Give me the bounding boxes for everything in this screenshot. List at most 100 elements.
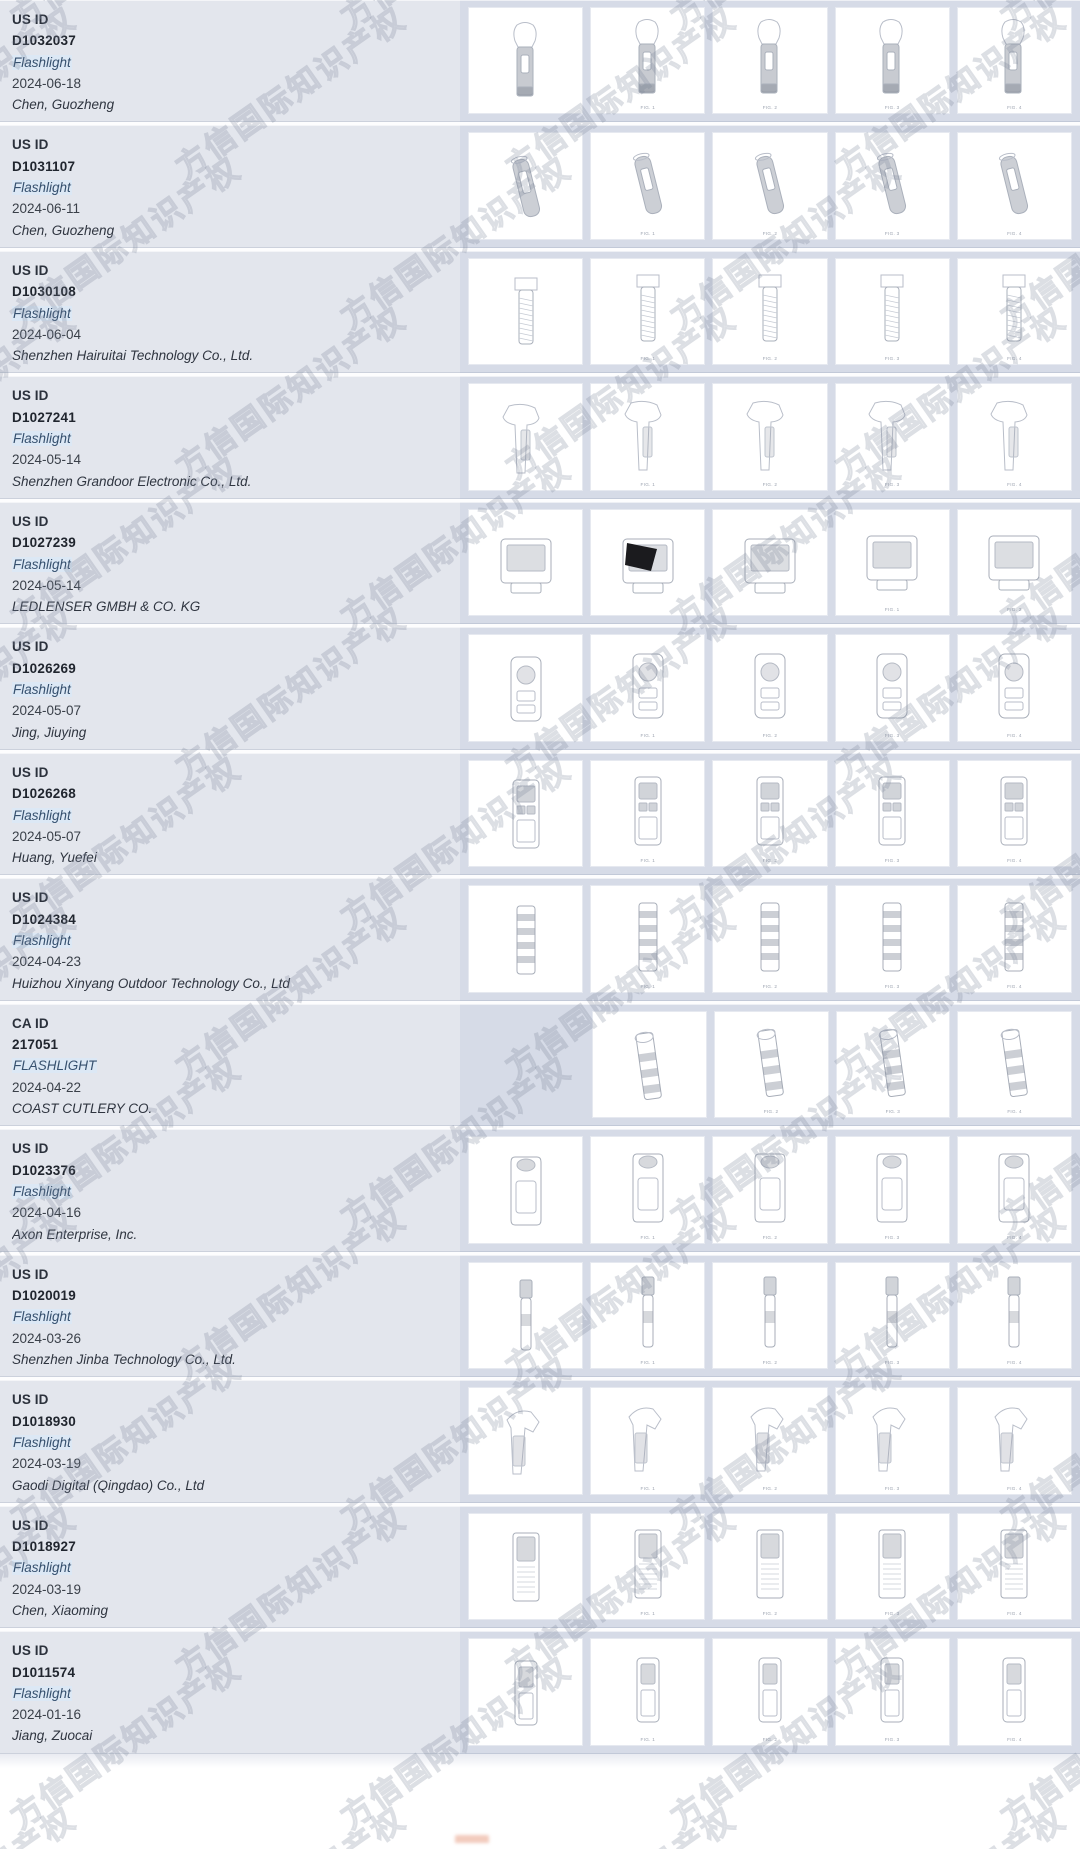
document-number[interactable]: D1018930: [12, 1411, 460, 1432]
figure-thumbnail[interactable]: FIG. 3: [834, 7, 950, 115]
table-row[interactable]: US ID D1031107 Flashlight 2024-06-11 Chen, G…: [0, 125, 1080, 248]
table-row[interactable]: US ID D1020019 Flashlight 2024-03-26 Shenzhe…: [0, 1254, 1080, 1378]
document-number[interactable]: D1030108: [12, 281, 460, 302]
document-number[interactable]: D1023376: [12, 1160, 460, 1181]
figure-thumbnail[interactable]: FIG. 4: [956, 759, 1073, 868]
table-row[interactable]: CA ID 217051 FLASHLIGHT 2024-04-22 COAST CUT…: [0, 1003, 1080, 1127]
figure-thumbnail[interactable]: FIG. 3: [834, 1512, 950, 1621]
document-number[interactable]: D1031107: [12, 156, 460, 177]
figure-thumbnail[interactable]: FIG. 4: [956, 634, 1073, 742]
figure-thumbnail[interactable]: FIG. 3: [834, 1261, 950, 1370]
table-row[interactable]: US ID D1027239 Flashlight 2024-05-14 LEDLENS…: [0, 501, 1080, 625]
figure-thumbnail[interactable]: FIG. 2: [712, 1387, 828, 1495]
figure-thumbnail[interactable]: [468, 1261, 584, 1370]
document-number[interactable]: D1027241: [12, 407, 460, 428]
figure-thumbnail[interactable]: FIG. 3: [835, 1010, 951, 1119]
figure-thumbnail[interactable]: FIG. 2: [956, 508, 1073, 617]
figure-thumbnail[interactable]: FIG. 3: [834, 1638, 950, 1746]
figure-thumbnail[interactable]: FIG. 2: [712, 132, 828, 240]
figure-thumbnail[interactable]: FIG. 2: [712, 383, 828, 491]
table-row[interactable]: US ID D1027241 Flashlight 2024-05-14 Shenzhe…: [0, 376, 1080, 499]
table-row[interactable]: US ID D1030108 Flashlight 2024-06-04 Shenzhe…: [0, 250, 1080, 374]
figure-thumbnail[interactable]: FIG. 3: [834, 132, 950, 240]
figure-thumbnail[interactable]: [468, 1512, 584, 1621]
figure-thumbnail[interactable]: FIG. 1: [590, 1638, 706, 1746]
figure-thumbnail[interactable]: FIG. 4: [956, 885, 1073, 993]
table-row[interactable]: US ID D1026268 Flashlight 2024-05-07 Huang, …: [0, 752, 1080, 876]
figure-thumbnail[interactable]: FIG. 4: [956, 1638, 1073, 1746]
figure-thumbnail[interactable]: FIG. 2: [712, 1512, 828, 1621]
figure-thumbnail[interactable]: FIG. 3: [834, 383, 950, 491]
figure-thumbnail[interactable]: FIG. 4: [957, 1010, 1072, 1119]
table-row[interactable]: US ID D1023376 Flashlight 2024-04-16 Axon En…: [0, 1129, 1080, 1252]
figure-thumbnail[interactable]: FIG. 2: [712, 1136, 828, 1244]
document-number[interactable]: D1011574: [12, 1662, 460, 1683]
figure-thumbnail[interactable]: [468, 383, 584, 491]
figure-thumbnail[interactable]: FIG. 1: [590, 257, 706, 366]
figure-thumbnail[interactable]: FIG. 3: [834, 885, 950, 993]
figure-thumbnail[interactable]: FIG. 3: [834, 634, 950, 742]
figure-thumbnail[interactable]: FIG. 4: [956, 1512, 1073, 1621]
figure-thumbnail[interactable]: [468, 257, 584, 366]
figure-thumbnail[interactable]: [468, 634, 584, 742]
figure-thumbnail[interactable]: FIG. 2: [712, 1261, 828, 1370]
figure-thumbnail[interactable]: [468, 1387, 584, 1495]
figure-thumbnail[interactable]: [468, 132, 584, 240]
document-number[interactable]: 217051: [12, 1034, 460, 1055]
figure-thumbnail[interactable]: FIG. 3: [834, 1136, 950, 1244]
figure-thumbnail[interactable]: [592, 1010, 707, 1119]
figure-thumbnail[interactable]: FIG. 4: [956, 383, 1073, 491]
figure-thumbnail[interactable]: FIG. 4: [956, 1387, 1073, 1495]
table-row[interactable]: US ID D1018930 Flashlight 2024-03-19 Gaodi D…: [0, 1380, 1080, 1503]
figure-thumbnail[interactable]: FIG. 1: [590, 1512, 706, 1621]
document-number[interactable]: D1026269: [12, 658, 460, 679]
document-number[interactable]: D1018927: [12, 1536, 460, 1557]
document-number[interactable]: D1026268: [12, 783, 460, 804]
figure-drawing: [713, 886, 826, 983]
figure-thumbnail[interactable]: FIG. 1: [834, 508, 950, 617]
figure-thumbnail[interactable]: FIG. 2: [712, 7, 828, 115]
document-number[interactable]: D1024384: [12, 909, 460, 930]
table-row[interactable]: US ID D1032037 Flashlight 2024-06-18 Chen, G…: [0, 0, 1080, 123]
figure-thumbnail[interactable]: FIG. 1: [590, 1136, 706, 1244]
figure-thumbnail[interactable]: [468, 759, 584, 868]
figure-thumbnail[interactable]: FIG. 4: [956, 1136, 1073, 1244]
figure-thumbnail[interactable]: FIG. 1: [590, 132, 706, 240]
figure-thumbnail[interactable]: FIG. 4: [956, 1261, 1073, 1370]
figure-thumbnail[interactable]: FIG. 3: [834, 759, 950, 868]
figure-thumbnail[interactable]: [590, 508, 706, 617]
figure-thumbnail[interactable]: [468, 1136, 584, 1244]
figure-thumbnail[interactable]: FIG. 1: [590, 759, 706, 868]
figure-thumbnail[interactable]: FIG. 3: [834, 1387, 950, 1495]
table-row[interactable]: US ID D1024384 Flashlight 2024-04-23 Huizhou…: [0, 878, 1080, 1001]
figure-thumbnail[interactable]: FIG. 1: [590, 634, 706, 742]
watermark-text: 方信国际知识产权: [495, 1794, 744, 1849]
document-number[interactable]: D1032037: [12, 30, 460, 51]
table-row[interactable]: US ID D1026269 Flashlight 2024-05-07 Jing, J…: [0, 627, 1080, 750]
figure-thumbnail[interactable]: FIG. 2: [712, 634, 828, 742]
document-number[interactable]: D1027239: [12, 532, 460, 553]
figure-thumbnail[interactable]: [712, 508, 828, 617]
figure-thumbnail[interactable]: [468, 1638, 584, 1746]
figure-thumbnail[interactable]: FIG. 4: [956, 257, 1073, 366]
figure-thumbnail[interactable]: FIG. 2: [712, 1638, 828, 1746]
table-row[interactable]: US ID D1011574 Flashlight 2024-01-16 Jiang, …: [0, 1631, 1080, 1754]
figure-thumbnail[interactable]: [468, 508, 584, 617]
figure-thumbnail[interactable]: FIG. 2: [712, 759, 828, 868]
figure-thumbnail[interactable]: FIG. 1: [590, 1261, 706, 1370]
figure-thumbnail[interactable]: FIG. 1: [590, 383, 706, 491]
figure-thumbnail[interactable]: FIG. 4: [956, 7, 1073, 115]
figure-thumbnail[interactable]: FIG. 1: [590, 885, 706, 993]
figure-drawing: [469, 1514, 582, 1617]
figure-thumbnail[interactable]: FIG. 4: [956, 132, 1073, 240]
document-number[interactable]: D1020019: [12, 1285, 460, 1306]
figure-thumbnail[interactable]: FIG. 3: [834, 257, 950, 366]
figure-thumbnail[interactable]: FIG. 2: [712, 885, 828, 993]
figure-thumbnail[interactable]: [468, 7, 584, 115]
figure-thumbnail[interactable]: FIG. 1: [590, 7, 706, 115]
figure-thumbnail[interactable]: FIG. 2: [713, 1010, 829, 1119]
figure-thumbnail[interactable]: [468, 885, 584, 993]
figure-thumbnail[interactable]: FIG. 2: [712, 257, 828, 366]
figure-thumbnail[interactable]: FIG. 1: [590, 1387, 706, 1495]
table-row[interactable]: US ID D1018927 Flashlight 2024-03-19 Chen, X…: [0, 1505, 1080, 1629]
